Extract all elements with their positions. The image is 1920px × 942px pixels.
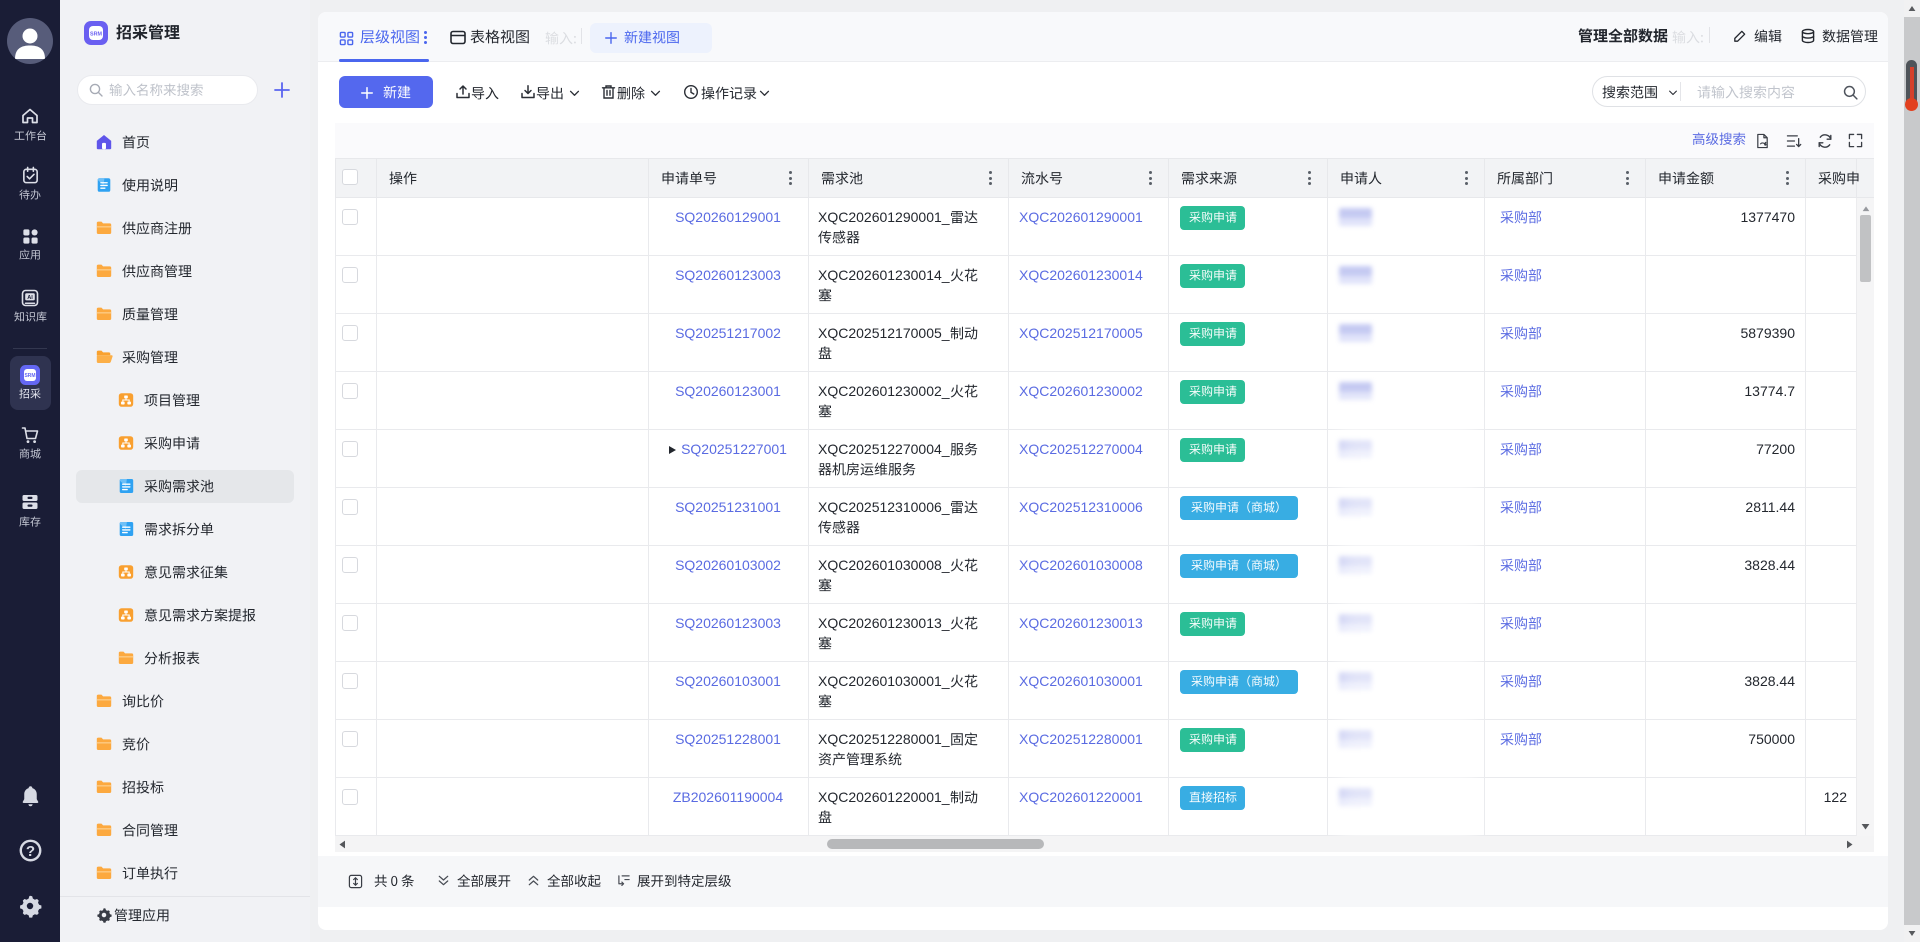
svg-text:?: ? [25,843,34,860]
svg-text:AI: AI [27,295,33,301]
svg-text:SRM: SRM [24,373,35,379]
svg-text:SRM: SRM [90,32,102,38]
